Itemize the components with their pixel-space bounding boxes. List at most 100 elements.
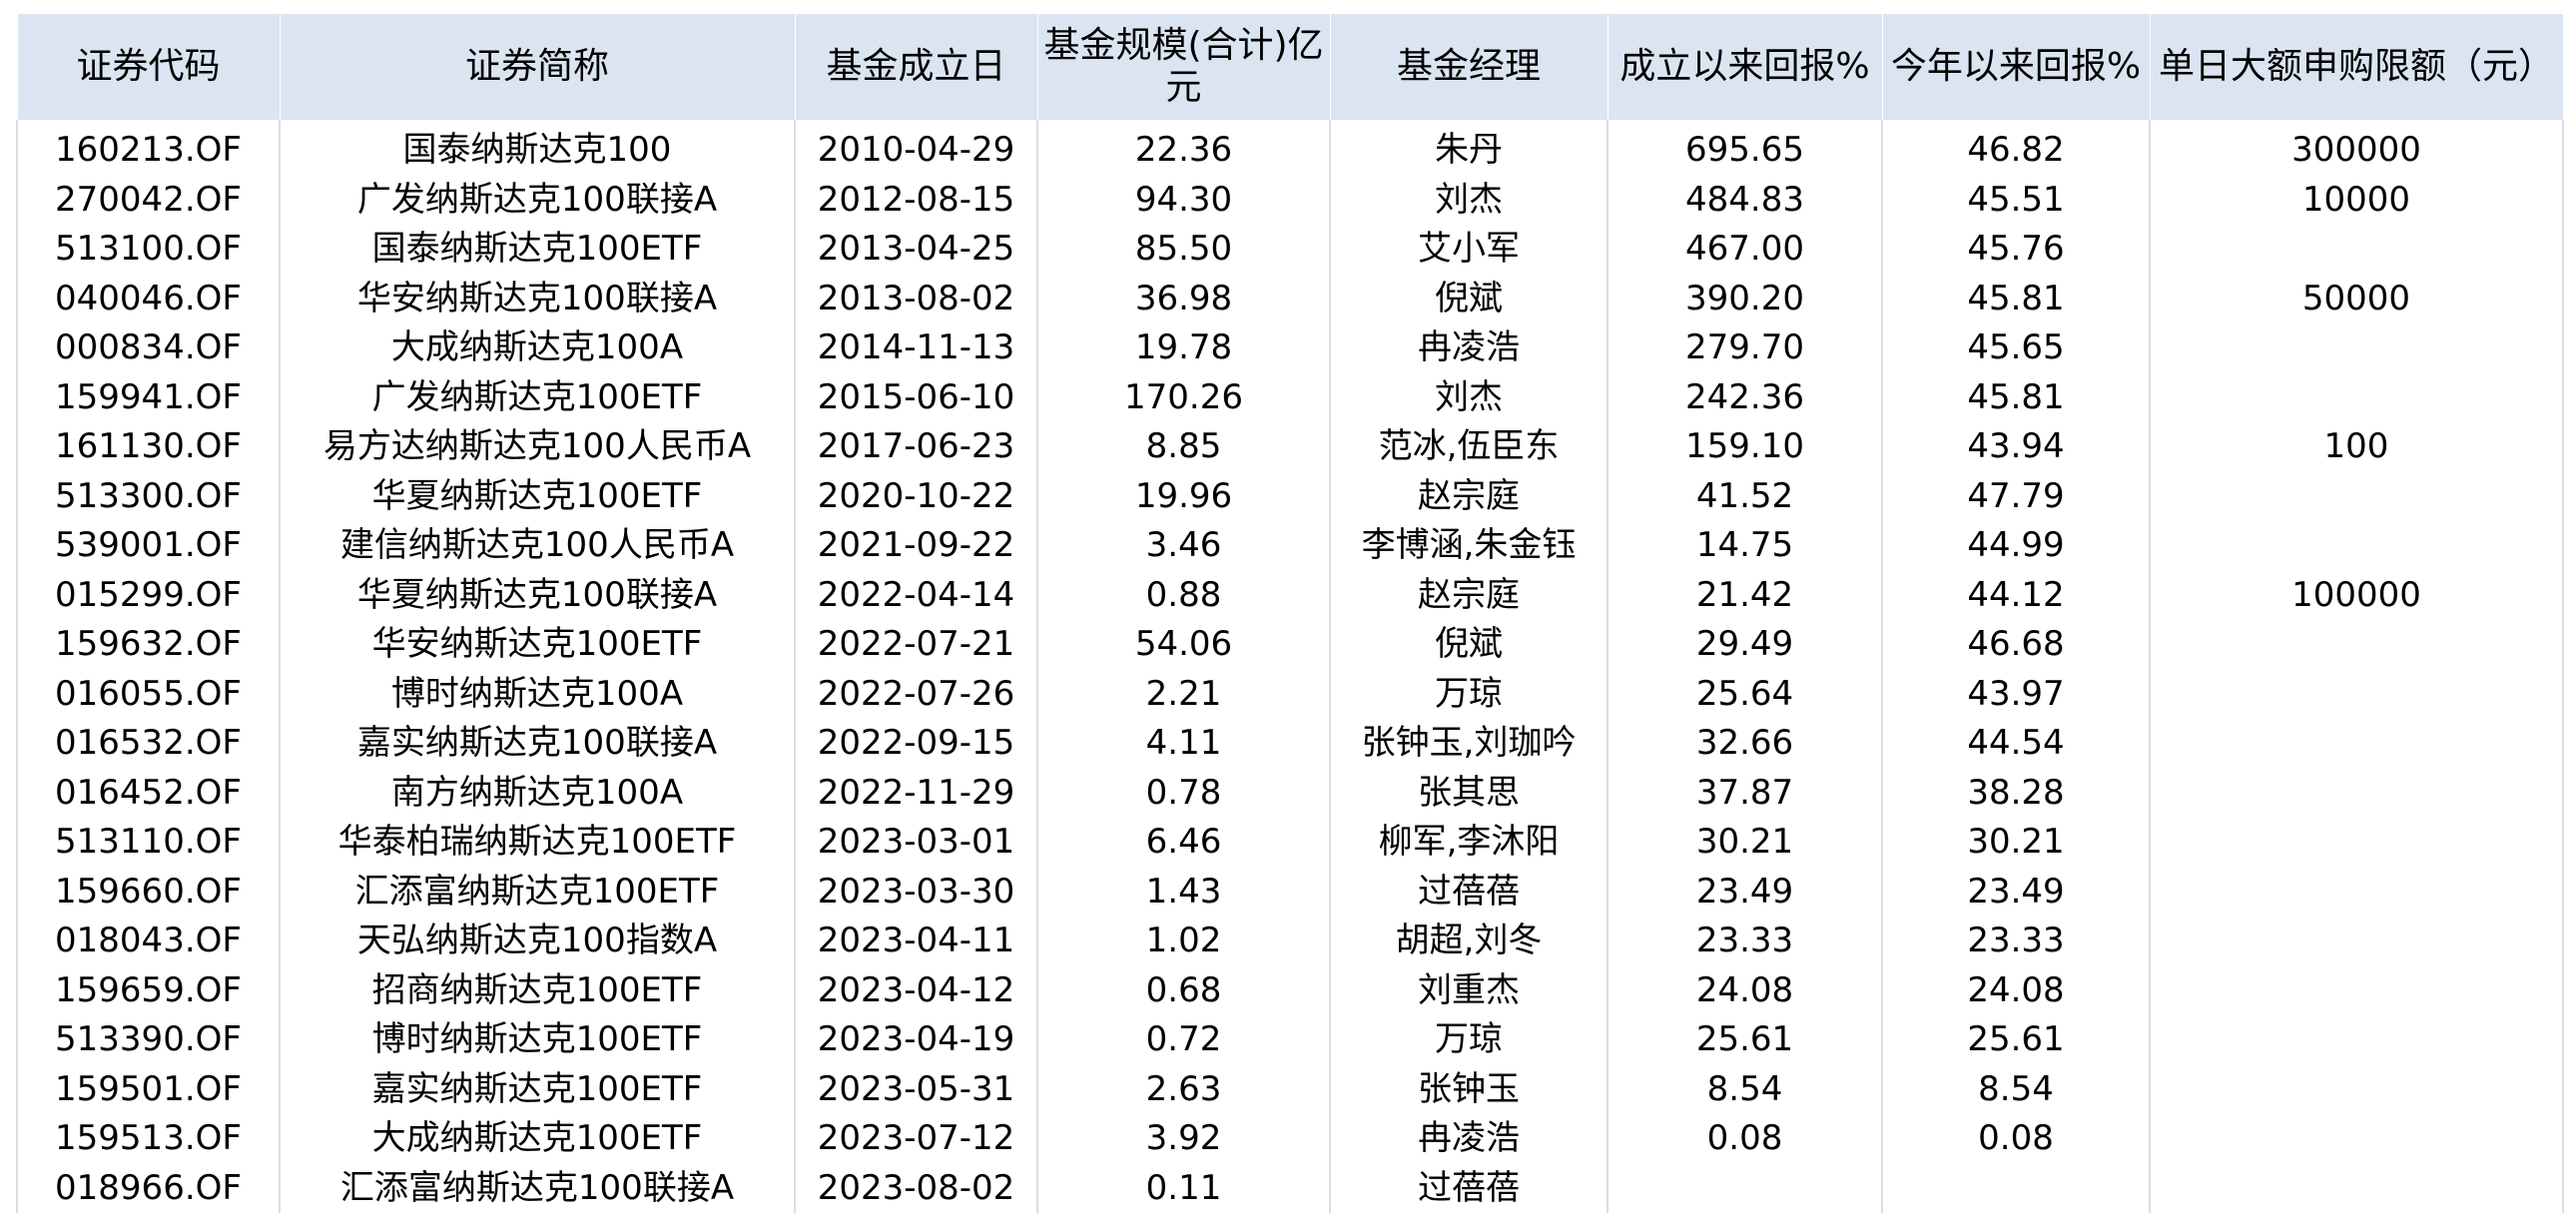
- cell-return-since: 467.00: [1607, 225, 1883, 275]
- cell-limit: [2149, 1015, 2564, 1065]
- cell-inception: 2022-11-29: [794, 768, 1038, 818]
- cell-limit: 100000: [2149, 570, 2564, 620]
- cell-name: 嘉实纳斯达克100ETF: [279, 1064, 796, 1114]
- cell-inception: 2023-03-30: [794, 867, 1038, 917]
- table-row: 040046.OF 华安纳斯达克100联接A 2013-08-02 36.98 倪斌 39…: [16, 274, 2564, 323]
- cell-name: 大成纳斯达克100ETF: [279, 1114, 796, 1164]
- header-scale: 基金规模(合计)亿元: [1036, 14, 1331, 120]
- cell-return-since: 29.49: [1607, 620, 1883, 670]
- cell-return-since: 484.83: [1607, 175, 1883, 225]
- cell-inception: 2017-06-23: [794, 422, 1038, 472]
- cell-limit: [2149, 669, 2564, 719]
- cell-limit: [2149, 965, 2564, 1015]
- table-row: 513110.OF 华泰柏瑞纳斯达克100ETF 2023-03-01 6.46 柳军,…: [16, 818, 2564, 868]
- cell-code: 016532.OF: [16, 719, 281, 769]
- cell-return-ytd: 44.12: [1881, 570, 2151, 620]
- cell-manager: 万琼: [1329, 1015, 1609, 1065]
- cell-return-ytd: 23.33: [1881, 917, 2151, 966]
- cell-scale: 1.02: [1036, 917, 1331, 966]
- cell-return-ytd: 45.65: [1881, 323, 2151, 373]
- cell-scale: 0.88: [1036, 570, 1331, 620]
- cell-limit: [2149, 471, 2564, 521]
- table-row: 018966.OF 汇添富纳斯达克100联接A 2023-08-02 0.11 过蓓蓓: [16, 1163, 2564, 1213]
- table-row: 159660.OF 汇添富纳斯达克100ETF 2023-03-30 1.43 过蓓蓓 2…: [16, 867, 2564, 917]
- cell-limit: [2149, 620, 2564, 670]
- cell-scale: 4.11: [1036, 719, 1331, 769]
- cell-name: 天弘纳斯达克100指数A: [279, 917, 796, 966]
- cell-return-since: 30.21: [1607, 818, 1883, 868]
- cell-inception: 2015-06-10: [794, 372, 1038, 422]
- cell-code: 160213.OF: [16, 120, 281, 176]
- table-row: 159501.OF 嘉实纳斯达克100ETF 2023-05-31 2.63 张钟玉 8.…: [16, 1064, 2564, 1114]
- cell-return-since: [1607, 1163, 1883, 1213]
- table-row: 539001.OF 建信纳斯达克100人民币A 2021-09-22 3.46 李博涵,…: [16, 521, 2564, 571]
- cell-name: 华安纳斯达克100联接A: [279, 274, 796, 323]
- cell-return-ytd: 46.82: [1881, 120, 2151, 176]
- cell-code: 513300.OF: [16, 471, 281, 521]
- cell-name: 国泰纳斯达克100ETF: [279, 225, 796, 275]
- cell-code: 015299.OF: [16, 570, 281, 620]
- cell-manager: 倪斌: [1329, 274, 1609, 323]
- table-row: 270042.OF 广发纳斯达克100联接A 2012-08-15 94.30 刘杰 48…: [16, 175, 2564, 225]
- cell-code: 040046.OF: [16, 274, 281, 323]
- table-body: 160213.OF 国泰纳斯达克100 2010-04-29 22.36 朱丹 695.6…: [16, 120, 2564, 1213]
- table-row: 018043.OF 天弘纳斯达克100指数A 2023-04-11 1.02 胡超,刘冬…: [16, 917, 2564, 966]
- cell-return-since: 23.49: [1607, 867, 1883, 917]
- cell-manager: 刘杰: [1329, 175, 1609, 225]
- cell-name: 广发纳斯达克100ETF: [279, 372, 796, 422]
- table-row: 159659.OF 招商纳斯达克100ETF 2023-04-12 0.68 刘重杰 24…: [16, 965, 2564, 1015]
- cell-name: 华泰柏瑞纳斯达克100ETF: [279, 818, 796, 868]
- cell-name: 招商纳斯达克100ETF: [279, 965, 796, 1015]
- cell-code: 016055.OF: [16, 669, 281, 719]
- cell-limit: [2149, 818, 2564, 868]
- table-row: 159941.OF 广发纳斯达克100ETF 2015-06-10 170.26 刘杰 2…: [16, 372, 2564, 422]
- cell-scale: 2.63: [1036, 1064, 1331, 1114]
- cell-inception: 2013-08-02: [794, 274, 1038, 323]
- cell-manager: 张其思: [1329, 768, 1609, 818]
- cell-manager: 李博涵,朱金钰: [1329, 521, 1609, 571]
- cell-code: 018966.OF: [16, 1163, 281, 1213]
- cell-return-ytd: 23.49: [1881, 867, 2151, 917]
- cell-manager: 柳军,李沐阳: [1329, 818, 1609, 868]
- fund-table: 证券代码 证券简称 基金成立日 基金规模(合计)亿元 基金经理 成立以来回报% …: [16, 14, 2564, 1213]
- cell-manager: 朱丹: [1329, 120, 1609, 176]
- cell-inception: 2010-04-29: [794, 120, 1038, 176]
- cell-inception: 2021-09-22: [794, 521, 1038, 571]
- cell-limit: [2149, 1064, 2564, 1114]
- cell-scale: 94.30: [1036, 175, 1331, 225]
- cell-manager: 张钟玉,刘珈吟: [1329, 719, 1609, 769]
- cell-inception: 2022-07-26: [794, 669, 1038, 719]
- cell-return-since: 159.10: [1607, 422, 1883, 472]
- cell-inception: 2013-04-25: [794, 225, 1038, 275]
- cell-name: 建信纳斯达克100人民币A: [279, 521, 796, 571]
- cell-return-ytd: 25.61: [1881, 1015, 2151, 1065]
- cell-name: 国泰纳斯达克100: [279, 120, 796, 176]
- cell-limit: [2149, 917, 2564, 966]
- cell-code: 270042.OF: [16, 175, 281, 225]
- cell-scale: 8.85: [1036, 422, 1331, 472]
- cell-return-ytd: 45.81: [1881, 274, 2151, 323]
- cell-return-since: 41.52: [1607, 471, 1883, 521]
- cell-scale: 0.68: [1036, 965, 1331, 1015]
- table-row: 159632.OF 华安纳斯达克100ETF 2022-07-21 54.06 倪斌 29…: [16, 620, 2564, 670]
- cell-scale: 1.43: [1036, 867, 1331, 917]
- cell-return-ytd: 24.08: [1881, 965, 2151, 1015]
- cell-name: 汇添富纳斯达克100ETF: [279, 867, 796, 917]
- cell-inception: 2022-04-14: [794, 570, 1038, 620]
- cell-limit: [2149, 323, 2564, 373]
- cell-inception: 2023-08-02: [794, 1163, 1038, 1213]
- cell-inception: 2022-07-21: [794, 620, 1038, 670]
- table-row: 016452.OF 南方纳斯达克100A 2022-11-29 0.78 张其思 37.8…: [16, 768, 2564, 818]
- cell-return-ytd: 43.94: [1881, 422, 2151, 472]
- cell-return-ytd: 44.99: [1881, 521, 2151, 571]
- header-row: 证券代码 证券简称 基金成立日 基金规模(合计)亿元 基金经理 成立以来回报% …: [16, 14, 2564, 120]
- cell-manager: 冉凌浩: [1329, 323, 1609, 373]
- cell-return-ytd: 45.51: [1881, 175, 2151, 225]
- cell-limit: [2149, 1114, 2564, 1164]
- cell-scale: 2.21: [1036, 669, 1331, 719]
- cell-limit: 10000: [2149, 175, 2564, 225]
- table-row: 000834.OF 大成纳斯达克100A 2014-11-13 19.78 冉凌浩 279…: [16, 323, 2564, 373]
- cell-code: 018043.OF: [16, 917, 281, 966]
- cell-return-since: 390.20: [1607, 274, 1883, 323]
- cell-scale: 170.26: [1036, 372, 1331, 422]
